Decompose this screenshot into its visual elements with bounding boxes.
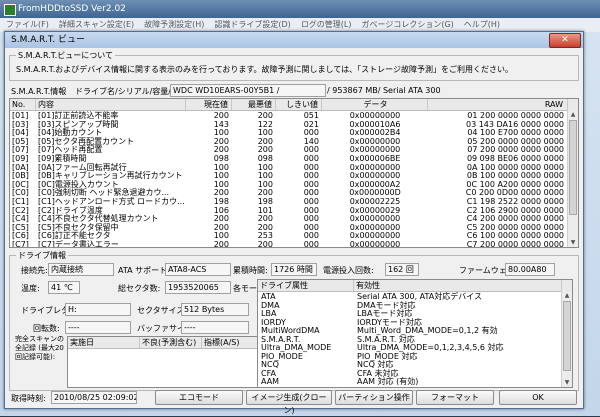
temp-label: 温度: bbox=[21, 284, 40, 293]
format-button[interactable]: フォーマット bbox=[416, 390, 494, 405]
feature-attribute: AAM bbox=[261, 377, 280, 386]
power-field: 162 回 bbox=[385, 263, 419, 276]
image-clone-button[interactable]: イメージ生成(クローン) bbox=[246, 390, 332, 415]
drive-feature-table[interactable]: ドライブ属性 有効性 ATA Serial ATA 300, ATA対応デバイス D… bbox=[257, 279, 573, 388]
drive-model-field: WDC WD10EARS-00Y5B1 / bbox=[170, 84, 326, 97]
col-raw[interactable]: RAW bbox=[428, 99, 568, 110]
cell-content: [C7]データ書込エラー bbox=[38, 240, 119, 248]
scan-history-header: 実施日 不良(予測含む) 指標(A/S) bbox=[68, 337, 258, 349]
power-label: 電源投入回数: bbox=[323, 266, 374, 275]
scroll-up-icon[interactable]: ▲ bbox=[568, 110, 578, 119]
smart-label: S.M.A.R.T.情報 bbox=[11, 87, 67, 96]
col-attribute[interactable]: ドライブ属性 bbox=[258, 280, 354, 291]
sector-size-label: セクタサイズ: bbox=[137, 306, 188, 315]
app-icon bbox=[4, 4, 16, 16]
col-worst[interactable]: 最悪値 bbox=[232, 99, 276, 110]
col-threshold[interactable]: しきい値 bbox=[276, 99, 322, 110]
menu-item[interactable]: ファイル(F) bbox=[6, 20, 49, 29]
about-legend: S.M.A.R.T.ビューについて bbox=[16, 50, 115, 61]
connection-field: 内蔵接続 bbox=[48, 263, 114, 276]
menu-item[interactable]: 故障予測設定(H) bbox=[144, 20, 204, 29]
temp-field: 41 ℃ bbox=[48, 281, 80, 294]
cell-worst: 200 bbox=[257, 240, 273, 248]
col-content[interactable]: 内容 bbox=[36, 99, 186, 110]
feature-validity: AAM 対応 (有効) bbox=[357, 377, 419, 386]
feature-table-scrollbar[interactable]: ▲ ▼ bbox=[561, 291, 572, 387]
scroll-thumb[interactable] bbox=[563, 301, 571, 371]
scroll-thumb[interactable] bbox=[569, 120, 577, 215]
hours-field: 1726 時間 bbox=[271, 263, 317, 276]
drive-capacity: / 953867 MB/ Serial ATA 300 bbox=[327, 86, 441, 95]
sectors-field: 1953520065 bbox=[165, 281, 231, 294]
col-scan-bad[interactable]: 不良(予測含む) bbox=[140, 337, 202, 348]
drive-info-legend: ドライブ情報 bbox=[16, 250, 68, 261]
buffer-field: ---- bbox=[181, 321, 249, 334]
acquired-time-label: 取得時刻: bbox=[11, 394, 46, 403]
col-scan-date[interactable]: 実施日 bbox=[68, 337, 140, 348]
dialog-title: S.M.A.R.T. ビュー bbox=[11, 35, 86, 45]
cell-threshold: 000 bbox=[303, 240, 319, 248]
cell-data: 0x00000000 bbox=[349, 240, 401, 248]
table-row[interactable]: [C7] [C7]データ書込エラー 200 200 000 0x00000000 C7 20… bbox=[10, 240, 578, 248]
menu-item[interactable]: 詳細スキャン設定(E) bbox=[59, 20, 134, 29]
col-validity[interactable]: 有効性 bbox=[354, 280, 562, 291]
smart-view-dialog: S.M.A.R.T. ビュー ✕ S.M.A.R.T.ビューについて S.M.A… bbox=[4, 31, 584, 415]
menu-item[interactable]: ヘルプ(H) bbox=[464, 20, 500, 29]
eco-mode-button[interactable]: エコモード bbox=[155, 390, 243, 405]
cell-no: [C7] bbox=[12, 240, 29, 248]
rpm-label: 回転数: bbox=[33, 324, 60, 333]
letter-field: H: bbox=[65, 303, 131, 316]
cell-raw: C7 200 0000 0000 0000 bbox=[466, 240, 564, 248]
col-data[interactable]: データ bbox=[322, 99, 428, 110]
col-no[interactable]: No. bbox=[10, 99, 36, 110]
main-title-bar: FromHDDtoSSD Ver2.02 bbox=[0, 0, 600, 18]
col-current[interactable]: 現在値 bbox=[186, 99, 232, 110]
acquired-time-field: 2010/08/25 02:09:02 bbox=[51, 391, 137, 404]
scan-history-label: 完全スキャンの全記録 (最大20回記録可能): bbox=[15, 335, 64, 361]
smart-table[interactable]: No. 内容 現在値 最悪値 しきい値 データ RAW [01] [01]訂正前読… bbox=[9, 98, 579, 248]
dialog-title-bar: S.M.A.R.T. ビュー ✕ bbox=[5, 32, 583, 48]
rpm-field: ---- bbox=[65, 321, 131, 334]
main-menu-bar[interactable]: ファイル(F) 詳細スキャン設定(E) 故障予測設定(H) 認識ドライブ設定(D) ログ… bbox=[0, 18, 600, 32]
connection-label: 接続先: bbox=[21, 266, 48, 275]
hours-label: 累積時間: bbox=[233, 266, 268, 275]
smart-table-header: No. 内容 現在値 最悪値 しきい値 データ RAW bbox=[10, 99, 578, 111]
feature-table-header: ドライブ属性 有効性 bbox=[258, 280, 572, 292]
cell-current: 200 bbox=[213, 240, 229, 248]
app-title: FromHDDtoSSD Ver2.02 bbox=[18, 4, 126, 14]
firmware-field: 80.00A80 bbox=[505, 263, 555, 276]
scroll-down-icon[interactable]: ▼ bbox=[562, 378, 572, 387]
sectors-label: 総セクタ数: bbox=[118, 284, 161, 293]
scroll-up-icon[interactable]: ▲ bbox=[562, 291, 572, 300]
menu-item[interactable]: 認識ドライブ設定(D) bbox=[214, 20, 290, 29]
close-button[interactable]: ✕ bbox=[549, 33, 581, 48]
list-item[interactable]: AAM AAM 対応 (有効) bbox=[258, 377, 572, 387]
about-group: S.M.A.R.T.ビューについて S.M.A.R.T.およびデバイス情報に関す… bbox=[9, 50, 579, 81]
about-text: S.M.A.R.T.およびデバイス情報に関する表示のみを行っております。故障予測… bbox=[16, 65, 513, 74]
partition-button[interactable]: パーティション操作 bbox=[335, 390, 413, 405]
menu-item[interactable]: ガベージコレクション(G) bbox=[362, 20, 454, 29]
smart-table-scrollbar[interactable]: ▲ ▼ bbox=[567, 110, 578, 247]
ok-button[interactable]: OK bbox=[499, 390, 577, 405]
menu-item[interactable]: ログの管理(L) bbox=[301, 20, 352, 29]
col-scan-index[interactable]: 指標(A/S) bbox=[202, 337, 258, 348]
scroll-down-icon[interactable]: ▼ bbox=[568, 238, 578, 247]
ata-field: ATA8-ACS bbox=[165, 263, 231, 276]
sector-size-field: 512 Bytes bbox=[181, 303, 249, 316]
ata-label: ATA サポート: bbox=[118, 266, 170, 275]
scan-history-table[interactable]: 実施日 不良(予測含む) 指標(A/S) bbox=[67, 336, 259, 388]
